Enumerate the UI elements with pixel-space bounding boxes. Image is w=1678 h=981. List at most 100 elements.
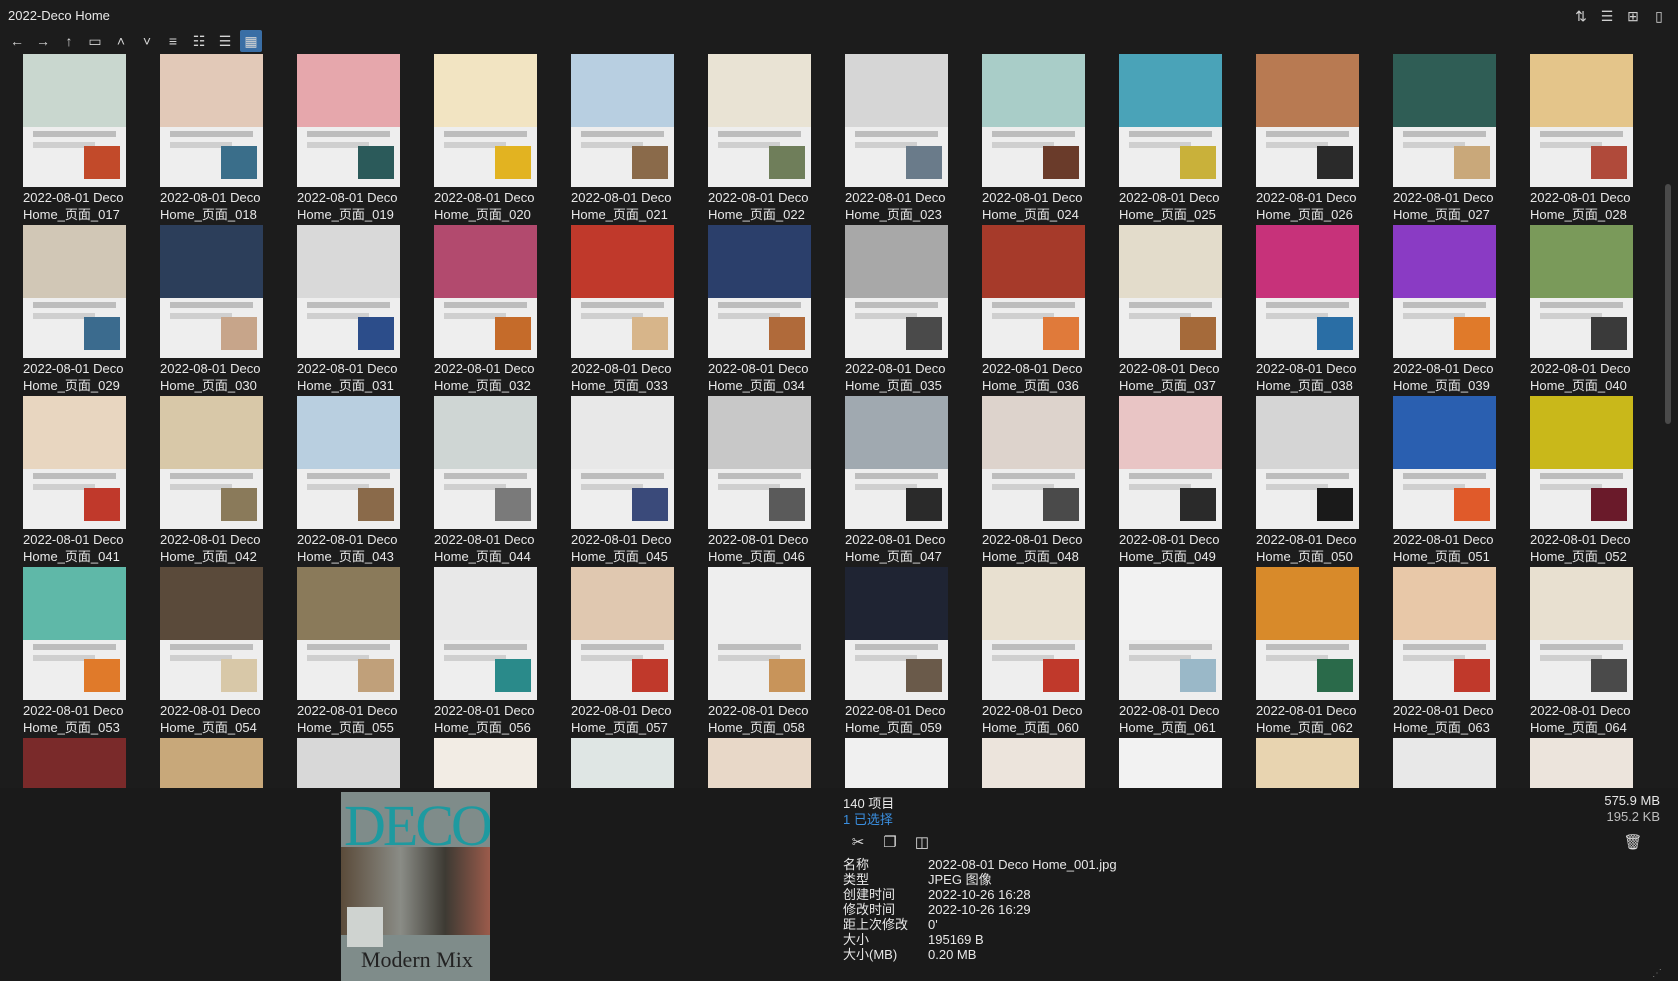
thumbnail-item[interactable]: 2022-08-01 Deco Home_页面_020 <box>434 54 571 225</box>
thumbnail-item[interactable]: 2022-08-01 Deco Home_页面_064 <box>1530 567 1660 738</box>
thumbnail-image[interactable] <box>1393 738 1496 788</box>
thumbnail-item[interactable]: 2022-08-01 Deco Home_页面_054 <box>160 567 297 738</box>
thumbnail-image[interactable] <box>1530 738 1633 788</box>
thumbnail-image[interactable] <box>982 225 1085 358</box>
thumbnail-image[interactable] <box>982 738 1085 788</box>
thumbnail-image[interactable] <box>1119 225 1222 358</box>
copy-icon[interactable]: ❐ <box>880 832 900 852</box>
thumbnail-image[interactable] <box>297 738 400 788</box>
thumbnail-image[interactable] <box>23 225 126 358</box>
thumbnail-item[interactable]: 2022-08-01 Deco Home_页面_063 <box>1393 567 1530 738</box>
thumbnail-image[interactable] <box>1256 54 1359 187</box>
thumbnails-view-icon[interactable]: ▦ <box>240 30 262 52</box>
thumbnail-image[interactable] <box>434 396 537 529</box>
thumbnail-item[interactable]: 2022-08-01 Deco Home_页面_032 <box>434 225 571 396</box>
thumbnail-item[interactable]: 2022-08-01 Deco Home_页面_050 <box>1256 396 1393 567</box>
thumbnail-item[interactable]: 2022-08-01 Deco Home_页面_022 <box>708 54 845 225</box>
delete-icon[interactable]: 🗑 <box>1623 832 1643 852</box>
thumbnail-image[interactable] <box>845 225 948 358</box>
thumbnail-item[interactable]: 2022-08-01 Deco Home_页面_046 <box>708 396 845 567</box>
thumbnail-image[interactable] <box>297 396 400 529</box>
thumbnail-item[interactable]: 2022-08-01 Deco Home_页面_027 <box>1393 54 1530 225</box>
thumbnail-image[interactable] <box>434 54 537 187</box>
thumbnail-item[interactable]: 2022-08-01 Deco Home_页面_017 <box>23 54 160 225</box>
thumbnail-image[interactable] <box>845 567 948 700</box>
thumbnail-image[interactable] <box>1530 225 1633 358</box>
thumbnail-item[interactable]: 2022-08-01 Deco Home_页面_040 <box>1530 225 1660 396</box>
thumbnail-item[interactable]: 2022-08-01 Deco Home_页面_062 <box>1256 567 1393 738</box>
thumbnail-item[interactable]: 2022-08-01 Deco Home_页面_028 <box>1530 54 1660 225</box>
thumbnail-image[interactable] <box>160 738 263 788</box>
thumbnail-item[interactable]: 2022-08-01 Deco Home_页面_052 <box>1530 396 1660 567</box>
thumbnail-image[interactable] <box>571 396 674 529</box>
thumbnail-image[interactable] <box>708 567 811 700</box>
tiles-view-icon[interactable]: ☰ <box>214 30 236 52</box>
thumbnail-image[interactable] <box>1119 54 1222 187</box>
thumbnail-item[interactable]: 2022-08-01 Deco Home_页面_048 <box>982 396 1119 567</box>
clipboard-icon[interactable]: ▯ <box>1650 7 1668 25</box>
thumbnail-image[interactable] <box>982 54 1085 187</box>
thumbnail-item[interactable] <box>160 738 297 788</box>
thumbnail-item[interactable]: 2022-08-01 Deco Home_页面_041 <box>23 396 160 567</box>
thumbnail-image[interactable] <box>982 396 1085 529</box>
thumbnail-image[interactable] <box>434 567 537 700</box>
thumbnail-item[interactable]: 2022-08-01 Deco Home_页面_057 <box>571 567 708 738</box>
thumbnail-image[interactable] <box>1119 738 1222 788</box>
thumbnail-image[interactable] <box>297 54 400 187</box>
thumbnail-item[interactable]: 2022-08-01 Deco Home_页面_023 <box>845 54 982 225</box>
thumbnail-item[interactable] <box>1530 738 1660 788</box>
thumbnail-item[interactable]: 2022-08-01 Deco Home_页面_061 <box>1119 567 1256 738</box>
thumbnail-item[interactable]: 2022-08-01 Deco Home_页面_043 <box>297 396 434 567</box>
thumbnail-image[interactable] <box>160 225 263 358</box>
scrollbar-thumb[interactable] <box>1665 184 1671 424</box>
thumbnail-item[interactable]: 2022-08-01 Deco Home_页面_060 <box>982 567 1119 738</box>
thumbnail-item[interactable]: 2022-08-01 Deco Home_页面_058 <box>708 567 845 738</box>
thumbnail-image[interactable] <box>571 567 674 700</box>
thumbnail-item[interactable]: 2022-08-01 Deco Home_页面_049 <box>1119 396 1256 567</box>
vertical-scrollbar[interactable] <box>1660 54 1678 788</box>
thumbnail-item[interactable]: 2022-08-01 Deco Home_页面_025 <box>1119 54 1256 225</box>
thumbnail-item[interactable]: 2022-08-01 Deco Home_页面_036 <box>982 225 1119 396</box>
thumbnail-image[interactable] <box>160 54 263 187</box>
new-window-icon[interactable]: ⊞ <box>1624 7 1642 25</box>
thumbnail-image[interactable] <box>23 567 126 700</box>
thumbnail-image[interactable] <box>1393 225 1496 358</box>
thumbnail-image[interactable] <box>434 225 537 358</box>
compare-icon[interactable]: ◫ <box>912 832 932 852</box>
thumbnail-item[interactable] <box>297 738 434 788</box>
thumbnail-image[interactable] <box>982 567 1085 700</box>
thumbnail-image[interactable] <box>571 738 674 788</box>
thumbnail-image[interactable] <box>1530 396 1633 529</box>
thumbnail-item[interactable]: 2022-08-01 Deco Home_页面_051 <box>1393 396 1530 567</box>
thumbnail-image[interactable] <box>845 54 948 187</box>
thumbnail-item[interactable] <box>708 738 845 788</box>
thumbnail-item[interactable]: 2022-08-01 Deco Home_页面_033 <box>571 225 708 396</box>
thumbnail-image[interactable] <box>708 396 811 529</box>
resize-grip-icon[interactable]: ⋰ <box>1652 968 1662 979</box>
thumbnail-image[interactable] <box>1393 567 1496 700</box>
thumbnail-item[interactable]: 2022-08-01 Deco Home_页面_042 <box>160 396 297 567</box>
thumbnail-image[interactable] <box>297 567 400 700</box>
thumbnail-image[interactable] <box>1119 396 1222 529</box>
thumbnail-item[interactable]: 2022-08-01 Deco Home_页面_047 <box>845 396 982 567</box>
thumbnail-item[interactable]: 2022-08-01 Deco Home_页面_024 <box>982 54 1119 225</box>
thumbnail-image[interactable] <box>1393 396 1496 529</box>
thumbnail-image[interactable] <box>160 396 263 529</box>
thumbnail-image[interactable] <box>708 225 811 358</box>
thumbnail-image[interactable] <box>1256 396 1359 529</box>
thumbnail-item[interactable]: 2022-08-01 Deco Home_页面_021 <box>571 54 708 225</box>
thumbnail-item[interactable]: 2022-08-01 Deco Home_页面_045 <box>571 396 708 567</box>
thumbnail-item[interactable]: 2022-08-01 Deco Home_页面_029 <box>23 225 160 396</box>
thumbnail-image[interactable] <box>1256 738 1359 788</box>
thumbnail-item[interactable] <box>1256 738 1393 788</box>
thumbnail-item[interactable]: 2022-08-01 Deco Home_页面_034 <box>708 225 845 396</box>
thumbnail-image[interactable] <box>1256 567 1359 700</box>
thumbnail-image[interactable] <box>1393 54 1496 187</box>
thumbnail-item[interactable]: 2022-08-01 Deco Home_页面_031 <box>297 225 434 396</box>
sort-icon[interactable]: ⇅ <box>1572 7 1590 25</box>
thumbnail-item[interactable]: 2022-08-01 Deco Home_页面_018 <box>160 54 297 225</box>
thumbnail-image[interactable] <box>708 54 811 187</box>
thumbnail-item[interactable] <box>982 738 1119 788</box>
thumbnail-item[interactable] <box>23 738 160 788</box>
thumbnail-image[interactable] <box>571 54 674 187</box>
